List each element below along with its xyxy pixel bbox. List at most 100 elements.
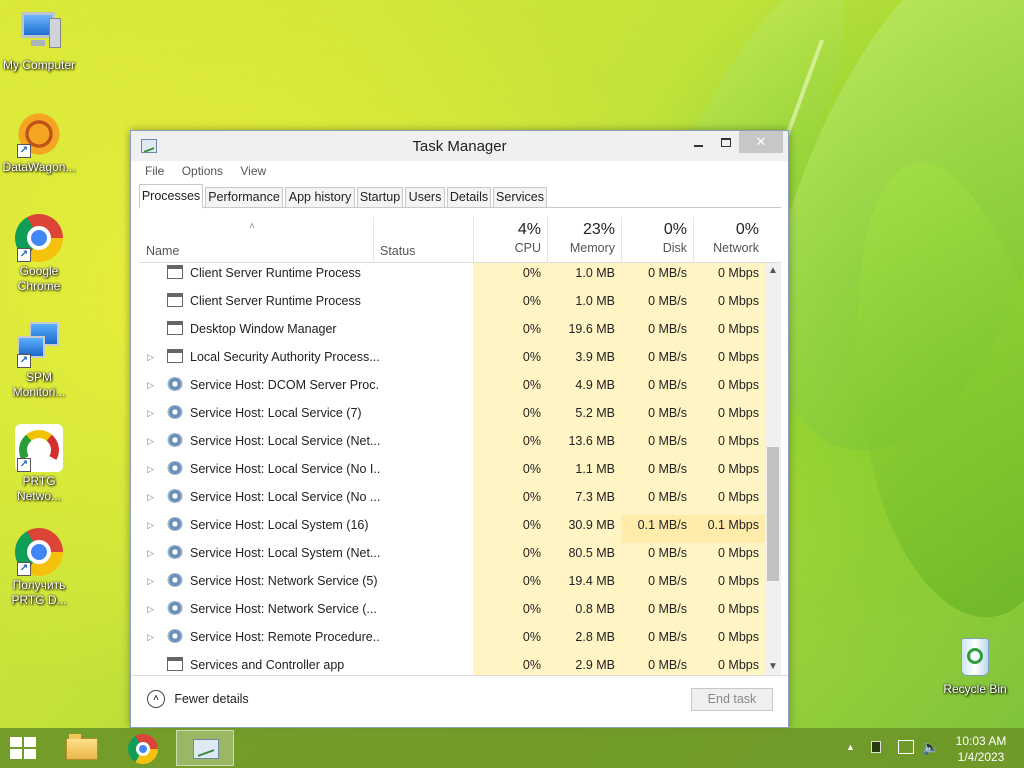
maximize-button[interactable]: [711, 131, 741, 153]
disk-value: 0 MB/s: [621, 291, 693, 319]
table-row[interactable]: ▷ Service Host: Local Service (No I... 0% 1…: [139, 459, 765, 487]
table-row[interactable]: ▷ Service Host: Local System (Net... 0% 80.…: [139, 543, 765, 571]
expand-arrow-icon[interactable]: ▷: [147, 627, 154, 647]
prtg-gauge-icon: ↗: [15, 424, 63, 472]
menu-view[interactable]: View: [240, 164, 266, 178]
start-button[interactable]: [10, 737, 38, 761]
memory-value: 2.9 MB: [547, 655, 621, 675]
tab-app-history[interactable]: App history: [285, 187, 355, 208]
shortcut-arrow-icon: ↗: [17, 354, 31, 368]
expand-arrow-icon[interactable]: ▷: [147, 431, 154, 451]
network-value: 0 Mbps: [693, 487, 765, 515]
table-row[interactable]: ▷ Service Host: Network Service (5) 0% 19.4…: [139, 571, 765, 599]
gear-icon: [167, 461, 183, 475]
cpu-value: 0%: [473, 655, 547, 675]
column-header-cpu[interactable]: 4% CPU: [473, 221, 541, 255]
table-row[interactable]: ▷ Service Host: Remote Procedure... 0% 2.8 …: [139, 627, 765, 655]
minimize-icon: [693, 144, 703, 147]
process-rows: Client Server Runtime Process 0% 1.0 MB 0 M…: [139, 263, 765, 675]
scroll-thumb[interactable]: [767, 447, 779, 581]
process-table: ˄ Name Status 4% CPU 23% Memory 0% Disk …: [139, 209, 781, 675]
expand-arrow-icon[interactable]: ▷: [147, 459, 154, 479]
desktop-icon-prtg[interactable]: ↗ PRTG Netwo...: [0, 424, 78, 504]
expand-arrow-icon[interactable]: ▷: [147, 403, 154, 423]
expand-arrow-icon[interactable]: ▷: [147, 375, 154, 395]
cpu-value: 0%: [473, 375, 547, 403]
gear-icon: [167, 517, 183, 531]
scroll-up-arrow-icon[interactable]: ▲: [765, 263, 781, 279]
expand-arrow-icon[interactable]: ▷: [147, 487, 154, 507]
column-header-network[interactable]: 0% Network: [693, 221, 759, 255]
action-center-icon[interactable]: [871, 741, 881, 753]
expand-arrow-icon[interactable]: ▷: [147, 515, 154, 535]
cpu-value: 0%: [473, 291, 547, 319]
tab-startup[interactable]: Startup: [357, 187, 403, 208]
table-row[interactable]: Client Server Runtime Process 0% 1.0 MB 0 M…: [139, 291, 765, 319]
end-task-button[interactable]: End task: [691, 688, 773, 711]
table-row[interactable]: ▷ Service Host: Network Service (... 0% 0.8…: [139, 599, 765, 627]
column-header-memory[interactable]: 23% Memory: [547, 221, 615, 255]
column-divider[interactable]: [373, 217, 374, 263]
tab-details[interactable]: Details: [447, 187, 491, 208]
table-row[interactable]: ▷ Service Host: Local Service (7) 0% 5.2 MB…: [139, 403, 765, 431]
minimize-button[interactable]: [683, 131, 713, 153]
menu-options[interactable]: Options: [182, 164, 223, 178]
taskbar-chrome[interactable]: [116, 730, 172, 766]
desktop-icon-spm-monitor[interactable]: ↗ SPM Monitori...: [0, 320, 78, 400]
taskbar-task-manager[interactable]: [176, 730, 234, 766]
volume-icon[interactable]: 🔈: [922, 739, 939, 768]
table-row[interactable]: ▷ Service Host: Local Service (No ... 0% 7.…: [139, 487, 765, 515]
desktop-icon-prtg-download[interactable]: ↗ Получить PRTG D...: [0, 528, 78, 608]
column-header-name[interactable]: Name: [146, 244, 179, 258]
table-row[interactable]: Desktop Window Manager 0% 19.6 MB 0 MB/s 0 M…: [139, 319, 765, 347]
tab-services[interactable]: Services: [493, 187, 547, 208]
cpu-label: CPU: [514, 241, 541, 255]
table-row[interactable]: Client Server Runtime Process 0% 1.0 MB 0 M…: [139, 263, 765, 291]
tab-performance[interactable]: Performance: [205, 187, 283, 208]
clock-time: 10:03 AM: [955, 734, 1007, 748]
expand-arrow-icon[interactable]: ▷: [147, 543, 154, 563]
expand-arrow-icon[interactable]: ▷: [147, 599, 154, 619]
process-name: Service Host: Remote Procedure...: [190, 630, 380, 644]
expand-arrow-icon[interactable]: ▷: [147, 571, 154, 591]
process-name: Desktop Window Manager: [190, 322, 337, 336]
computer-icon: [15, 8, 63, 56]
network-value: 0 Mbps: [693, 543, 765, 571]
desktop-icon-datawagon[interactable]: ↗ DataWagon...: [0, 110, 78, 175]
table-row[interactable]: ▷ Service Host: DCOM Server Proc... 0% 4.9 …: [139, 375, 765, 403]
show-hidden-icons-icon[interactable]: ▲: [846, 742, 855, 768]
disk-value: 0 MB/s: [621, 347, 693, 375]
network-value: 0 Mbps: [693, 431, 765, 459]
cpu-value: 0%: [473, 319, 547, 347]
vertical-scrollbar[interactable]: ▲ ▼: [765, 263, 781, 675]
table-row[interactable]: ▷ Local Security Authority Process... 0% 3.…: [139, 347, 765, 375]
desktop-icon-recycle-bin[interactable]: Recycle Bin: [936, 632, 1014, 697]
memory-label: Memory: [569, 241, 615, 255]
memory-value: 3.9 MB: [547, 347, 621, 375]
table-row[interactable]: Services and Controller app 0% 2.9 MB 0 MB/…: [139, 655, 765, 675]
taskbar-file-explorer[interactable]: [54, 730, 110, 766]
gear-icon: [167, 489, 183, 503]
table-row[interactable]: ▷ Service Host: Local Service (Net... 0% 13…: [139, 431, 765, 459]
fewer-details-button[interactable]: ˄ Fewer details: [147, 690, 249, 710]
desktop-icon-my-computer[interactable]: My Computer: [0, 8, 78, 73]
menu-file[interactable]: File: [145, 164, 164, 178]
title-bar[interactable]: Task Manager ✕: [131, 131, 788, 161]
column-header-disk[interactable]: 0% Disk: [621, 221, 687, 255]
scroll-down-arrow-icon[interactable]: ▼: [765, 659, 781, 675]
process-name: Services and Controller app: [190, 658, 345, 672]
tab-users[interactable]: Users: [405, 187, 445, 208]
gear-icon: [167, 629, 183, 643]
expand-arrow-icon[interactable]: ▷: [147, 347, 154, 367]
desktop-icon-google-chrome[interactable]: ↗ Google Chrome: [0, 214, 78, 294]
clock[interactable]: 10:03 AM 1/4/2023: [944, 733, 1018, 765]
cpu-value: 0%: [473, 459, 547, 487]
task-manager-window: Task Manager ✕ File Options View Process…: [130, 130, 789, 728]
disk-value: 0 MB/s: [621, 403, 693, 431]
close-button[interactable]: ✕: [739, 131, 783, 153]
column-header-status[interactable]: Status: [380, 244, 415, 258]
tab-processes[interactable]: Processes: [139, 184, 203, 209]
network-icon[interactable]: [898, 740, 914, 754]
table-row[interactable]: ▷ Service Host: Local System (16) 0% 30.9 M…: [139, 515, 765, 543]
cpu-value: 0%: [473, 403, 547, 431]
